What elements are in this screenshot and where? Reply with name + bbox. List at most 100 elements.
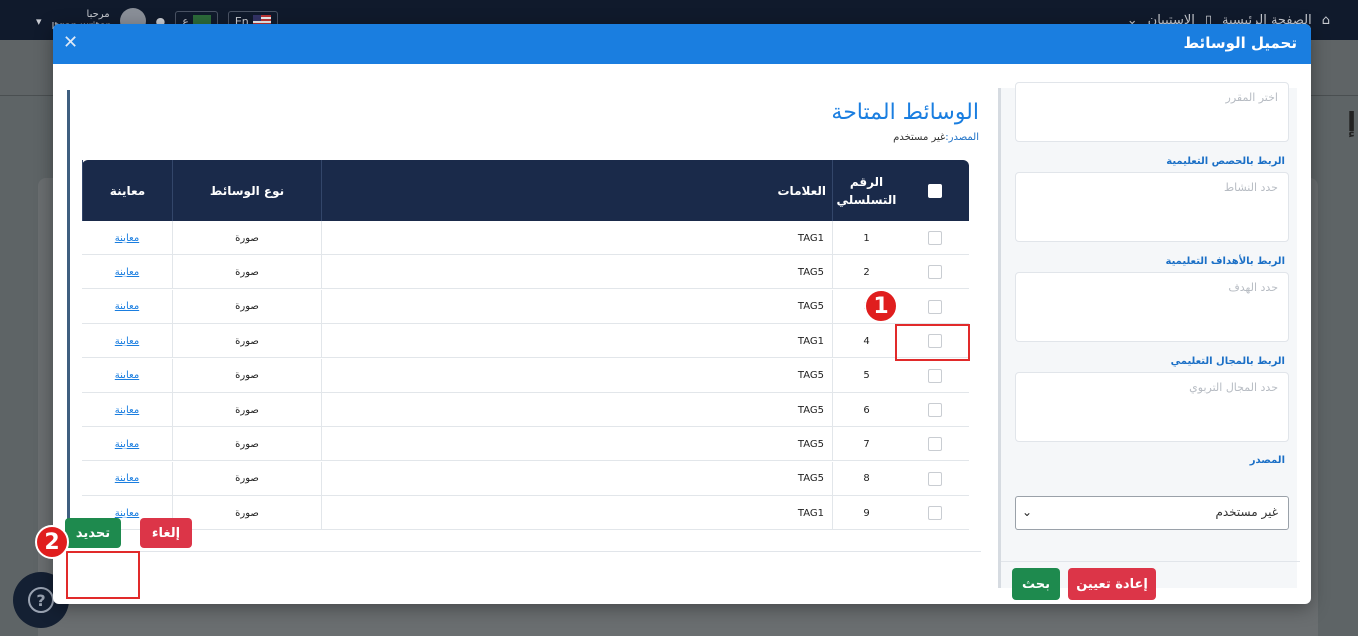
tags-cell: TAG5: [321, 393, 832, 427]
tags-cell: TAG5: [321, 461, 832, 496]
close-icon[interactable]: ✕: [63, 32, 78, 53]
highlight-checkbox-row4: [895, 324, 970, 361]
table-row: 1 TAG1 صورة معاينة: [82, 221, 969, 255]
row-checkbox[interactable]: [927, 471, 942, 486]
highlight-select-button: [66, 551, 140, 599]
row-checkbox-cell: [900, 496, 969, 530]
goals-label: الربط بالأهداف التعليمية: [1165, 256, 1285, 267]
row-checkbox[interactable]: [927, 231, 942, 245]
preview-link[interactable]: معاينة: [115, 370, 139, 381]
tags-cell: TAG1: [321, 221, 832, 255]
serial-cell: 6: [832, 393, 900, 427]
tags-cell: TAG5: [321, 427, 832, 462]
row-checkbox[interactable]: [927, 265, 942, 280]
preview-link[interactable]: معاينة: [115, 301, 139, 312]
row-checkbox[interactable]: [927, 299, 942, 314]
preview-cell: معاينة: [82, 324, 172, 358]
type-cell: صورة: [172, 393, 321, 427]
course-field[interactable]: اختر المقرر: [1015, 82, 1289, 142]
type-cell: صورة: [172, 358, 321, 393]
col-type: نوع الوسائط: [172, 160, 321, 221]
filter-panel: اختر المقرر الربط بالحصص التعليمية حدد ا…: [998, 82, 1300, 600]
table-row: 5 TAG5 صورة معاينة: [82, 358, 969, 393]
table-row: 6 TAG5 صورة معاينة: [82, 393, 969, 427]
search-button[interactable]: بحث: [1012, 568, 1060, 600]
goals-field[interactable]: حدد الهدف: [1015, 272, 1289, 342]
type-cell: صورة: [172, 324, 321, 359]
serial-cell: 9: [832, 496, 900, 531]
table-row: 8 TAG5 صورة معاينة: [82, 461, 969, 496]
serial-cell: 2: [832, 255, 900, 290]
preview-link[interactable]: معاينة: [115, 233, 139, 244]
help-icon: ?: [28, 587, 54, 613]
row-checkbox-cell: [900, 221, 969, 255]
tags-cell: TAG5: [321, 358, 832, 393]
row-checkbox[interactable]: [927, 437, 942, 452]
table-row: 9 TAG1 صورة معاينة: [82, 496, 969, 531]
row-checkbox[interactable]: [927, 403, 942, 417]
preview-cell: معاينة: [82, 255, 172, 289]
select-all-checkbox[interactable]: [927, 183, 942, 198]
table-row: 7 TAG5 صورة معاينة: [82, 427, 969, 462]
media-title: الوسائط المتاحة: [831, 100, 979, 125]
home-icon[interactable]: ⌂: [1322, 13, 1330, 28]
tags-cell: TAG1: [321, 324, 832, 359]
serial-cell: 5: [832, 358, 900, 393]
modal-header: تحميل الوسائط ✕: [53, 24, 1311, 64]
background-page-title: إ: [1347, 108, 1356, 138]
scrollbar[interactable]: [67, 90, 70, 542]
tags-cell: TAG5: [321, 289, 832, 324]
table-body: 1TAG1صورةمعاينة2TAG5صورةمعاينة3TAG5صورةم…: [82, 221, 969, 541]
row-checkbox-cell: [900, 290, 969, 324]
source-select[interactable]: غير مستخدم ⌄: [1015, 496, 1289, 530]
preview-link[interactable]: معاينة: [115, 336, 139, 347]
row-checkbox[interactable]: [927, 368, 942, 383]
filter-divider: [1001, 561, 1300, 562]
table-row: 2 TAG5 صورة معاينة: [82, 255, 969, 290]
preview-cell: معاينة: [82, 393, 172, 427]
modal-title: تحميل الوسائط: [1183, 34, 1298, 52]
serial-cell: 1: [832, 221, 900, 255]
lessons-field[interactable]: حدد النشاط: [1015, 172, 1289, 242]
type-cell: صورة: [172, 221, 321, 255]
domain-label: الربط بالمجال التعليمي: [1170, 356, 1285, 367]
type-cell: صورة: [172, 461, 321, 496]
tags-cell: TAG1: [321, 496, 832, 531]
preview-cell: معاينة: [82, 221, 172, 255]
annotation-badge-1: 1: [864, 289, 898, 323]
preview-link[interactable]: معاينة: [115, 439, 139, 450]
preview-cell: معاينة: [82, 462, 172, 496]
preview-link[interactable]: معاينة: [115, 473, 139, 484]
footer-divider: [67, 551, 981, 552]
cancel-button[interactable]: إلغاء: [140, 518, 192, 548]
select-button[interactable]: تحديد: [65, 518, 121, 548]
type-cell: صورة: [172, 496, 321, 531]
preview-link[interactable]: معاينة: [115, 405, 139, 416]
type-cell: صورة: [172, 255, 321, 290]
reset-button[interactable]: إعادة تعيين: [1068, 568, 1156, 600]
source-label: المصدر: [1249, 455, 1285, 466]
table-row: 3TAG5صورةمعاينة: [82, 289, 969, 324]
row-checkbox-cell: [900, 393, 969, 427]
tags-cell: TAG5: [321, 255, 832, 290]
chevron-down-icon: ⌄: [1022, 505, 1033, 519]
col-preview: معاينة: [82, 160, 172, 221]
type-cell: صورة: [172, 289, 321, 324]
row-checkbox-cell: [900, 359, 969, 393]
row-checkbox[interactable]: [927, 506, 942, 521]
serial-cell: 7: [832, 427, 900, 462]
preview-cell: معاينة: [82, 359, 172, 393]
col-serial: الرقم التسلسلي: [832, 160, 900, 221]
media-source: المصدر:غير مستخدم: [893, 132, 979, 143]
media-upload-modal: تحميل الوسائط ✕ اختر المقرر الربط بالحصص…: [53, 24, 1311, 604]
user-menu-caret-icon[interactable]: ▾: [36, 15, 42, 28]
preview-link[interactable]: معاينة: [115, 267, 139, 278]
lessons-label: الربط بالحصص التعليمية: [1166, 156, 1285, 167]
row-checkbox-cell: [900, 462, 969, 496]
row-checkbox-cell: [900, 255, 969, 289]
domain-field[interactable]: حدد المجال التربوي: [1015, 372, 1289, 442]
annotation-badge-2: 2: [35, 525, 69, 559]
table-header: الرقم التسلسلي العلامات نوع الوسائط معاي…: [82, 160, 969, 221]
preview-link[interactable]: معاينة: [115, 508, 139, 519]
serial-cell: 4: [832, 324, 900, 359]
